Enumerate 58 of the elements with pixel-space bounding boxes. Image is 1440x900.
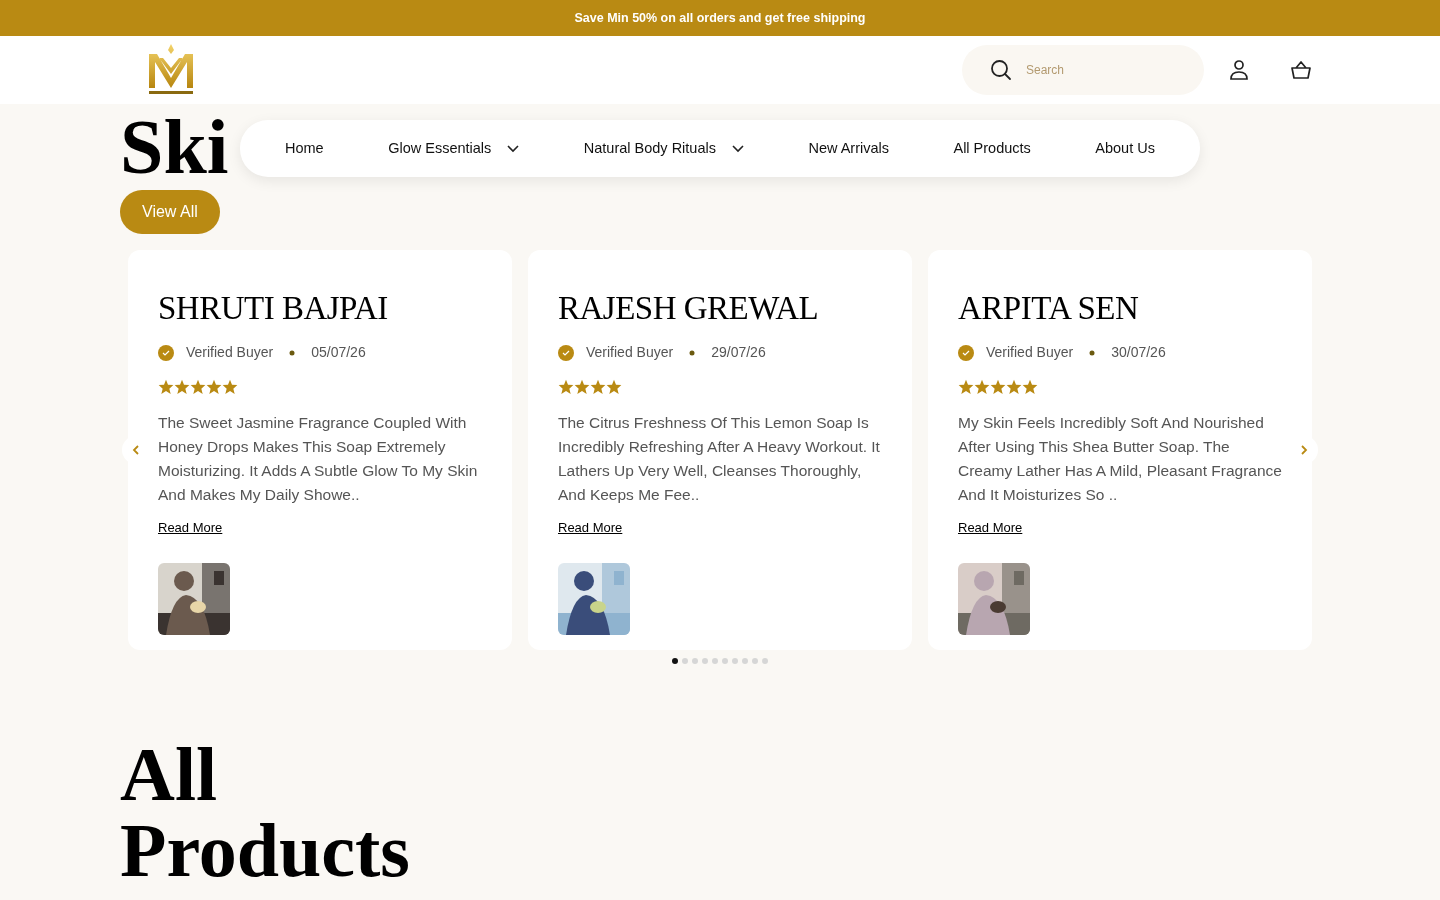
dot-icon xyxy=(1089,349,1096,356)
announcement-text: Save Min 50% on all orders and get free shipping xyxy=(574,9,866,27)
review-date: 05/07/26 xyxy=(311,343,366,363)
star-icon xyxy=(590,379,606,396)
star-icon xyxy=(158,379,174,396)
logo-icon[interactable] xyxy=(147,44,195,96)
review-text: The Sweet Jasmine Fragrance Coupled With Honey Drops Makes This Soap Extremely Moisturizing. It Adds A Subtle Glow To My Skin And Makes My Daily Showe.. xyxy=(158,413,479,506)
pagination-dot[interactable] xyxy=(692,658,698,664)
reviewer-name: ARPITA SEN xyxy=(958,290,1140,327)
star-icon xyxy=(574,379,590,396)
dot-icon xyxy=(689,349,696,356)
star-icon xyxy=(1022,379,1038,396)
check-icon xyxy=(558,344,574,361)
star-icon xyxy=(190,379,206,396)
account-icon[interactable] xyxy=(1228,59,1250,81)
star-icon xyxy=(174,379,190,396)
dot-icon xyxy=(289,349,296,356)
star-icon xyxy=(1006,379,1022,396)
pagination-dot[interactable] xyxy=(712,658,718,664)
star-icon xyxy=(958,379,974,396)
star-icon xyxy=(206,379,222,396)
read-more-link[interactable]: Read More xyxy=(158,520,223,536)
pagination-dot[interactable] xyxy=(672,658,678,664)
check-icon xyxy=(958,344,974,361)
reviewer-name: SHRUTI BAJPAI xyxy=(158,290,389,327)
nav-link[interactable]: Natural Body Rituals xyxy=(583,137,744,160)
nav-link[interactable]: Home xyxy=(285,137,324,160)
review-date: 29/07/26 xyxy=(711,343,766,363)
review-date: 30/07/26 xyxy=(1111,343,1166,363)
nav-link[interactable]: Glow Essentials xyxy=(388,137,520,160)
section-heading: All Products xyxy=(120,736,411,888)
review-text: My Skin Feels Incredibly Soft And Nourished After Using This Shea Butter Soap. The Creamy Lather Has A Mild, Pleasant Fragrance And It Moisturizes So .. xyxy=(958,413,1282,506)
pagination-dot[interactable] xyxy=(732,658,738,664)
star-icon xyxy=(222,379,238,396)
pagination-dot[interactable] xyxy=(682,658,688,664)
pagination-dot[interactable] xyxy=(722,658,728,664)
star-icon xyxy=(990,379,1006,396)
basket-icon[interactable] xyxy=(1290,59,1312,81)
nav-link[interactable]: New Arrivals xyxy=(808,137,889,160)
pagination-dot[interactable] xyxy=(742,658,748,664)
check-icon xyxy=(158,344,174,361)
pagination-dot[interactable] xyxy=(752,658,758,664)
search-field[interactable]: Search xyxy=(962,45,1204,95)
reviewer-name: RAJESH GREWAL xyxy=(558,290,820,327)
nav-link[interactable]: All Products xyxy=(953,137,1031,160)
verified-label: Verified Buyer xyxy=(186,343,274,363)
verified-label: Verified Buyer xyxy=(986,343,1074,363)
verified-label: Verified Buyer xyxy=(586,343,674,363)
read-more-link[interactable]: Read More xyxy=(958,520,1023,536)
pagination-dot[interactable] xyxy=(762,658,768,664)
star-icon xyxy=(974,379,990,396)
read-more-link[interactable]: Read More xyxy=(558,520,623,536)
star-icon xyxy=(558,379,574,396)
star-icon xyxy=(606,379,622,396)
review-text: The Citrus Freshness Of This Lemon Soap Is Incredibly Refreshing After A Heavy Workout. It Lathers Up Very Well, Cleanses Thoroughly, And Keeps Me Fee.. xyxy=(558,413,881,506)
pagination-dot[interactable] xyxy=(702,658,708,664)
nav-link[interactable]: About Us xyxy=(1095,137,1155,160)
section-heading: Ski xyxy=(120,108,229,186)
